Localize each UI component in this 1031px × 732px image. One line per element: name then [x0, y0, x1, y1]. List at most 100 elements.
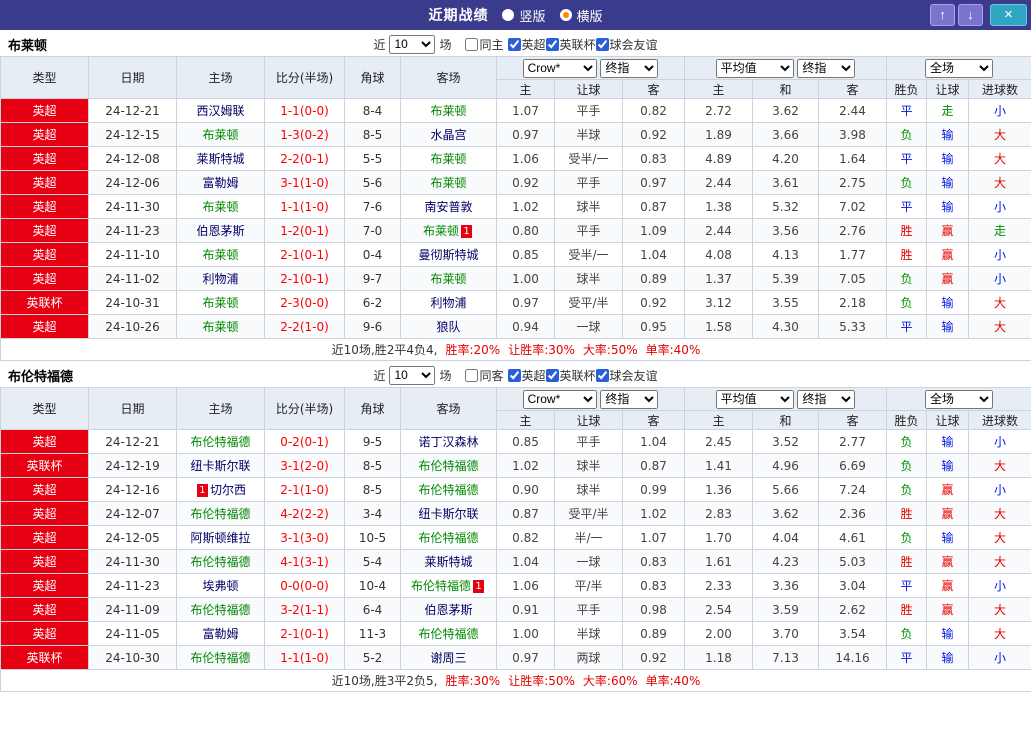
- average-final-select[interactable]: 终指: [797, 389, 856, 409]
- away-team[interactable]: 曼彻斯特城: [400, 242, 497, 267]
- away-team[interactable]: 狼队: [400, 314, 497, 339]
- odds-final-select[interactable]: 终指: [600, 389, 659, 409]
- odds-home: 0.90: [496, 477, 555, 502]
- away-team[interactable]: 布莱顿 1: [400, 218, 497, 243]
- avg-home: 2.72: [684, 98, 753, 123]
- home-team[interactable]: 布伦特福德: [176, 549, 265, 574]
- odds-away: 0.95: [622, 314, 685, 339]
- away-team[interactable]: 布伦特福德 1: [400, 573, 497, 598]
- away-team[interactable]: 莱斯特城: [400, 549, 497, 574]
- down-arrow-icon: ↓: [967, 7, 974, 22]
- away-team[interactable]: 利物浦: [400, 290, 497, 315]
- home-team[interactable]: 布莱顿: [176, 194, 265, 219]
- away-team[interactable]: 水晶宫: [400, 122, 497, 147]
- recent-count-select[interactable]: 10: [389, 365, 436, 385]
- away-team[interactable]: 南安普敦: [400, 194, 497, 219]
- home-team[interactable]: 布莱顿: [176, 122, 265, 147]
- corners: 6-2: [344, 290, 401, 315]
- same-venue-filter[interactable]: 同主: [465, 36, 504, 53]
- league-filter[interactable]: 英联杯: [545, 367, 596, 384]
- league-checkbox[interactable]: [595, 37, 609, 51]
- home-team[interactable]: 布伦特福德: [176, 429, 265, 454]
- recent-count-select[interactable]: 10: [389, 34, 436, 54]
- match-date: 24-11-02: [88, 266, 177, 291]
- league-checkbox[interactable]: [545, 368, 559, 382]
- score: 2-3(0-0): [264, 290, 345, 315]
- avg-draw: 3.52: [752, 429, 819, 454]
- league-filter[interactable]: 英联杯: [545, 36, 596, 53]
- scroll-down-button[interactable]: ↓: [958, 4, 983, 26]
- avg-draw: 3.36: [752, 573, 819, 598]
- score: 2-2(1-0): [264, 314, 345, 339]
- home-team[interactable]: 布莱顿: [176, 242, 265, 267]
- league-filter[interactable]: 球会友谊: [595, 367, 658, 384]
- average-final-select[interactable]: 终指: [797, 58, 856, 78]
- away-team[interactable]: 谢周三: [400, 645, 497, 670]
- team-name: 布莱顿: [8, 38, 48, 54]
- home-team[interactable]: 埃弗顿: [176, 573, 265, 598]
- home-team[interactable]: 纽卡斯尔联: [176, 453, 265, 478]
- home-team[interactable]: 富勒姆: [176, 621, 265, 646]
- away-team[interactable]: 布莱顿: [400, 98, 497, 123]
- home-team[interactable]: 布伦特福德: [176, 597, 265, 622]
- home-team[interactable]: 西汉姆联: [176, 98, 265, 123]
- match-row: 英超 24-12-15 布莱顿 1-3(0-2) 8-5 水晶宫 0.97 半球 0.92 1.8…: [0, 122, 1031, 147]
- odds-company-select[interactable]: Crow*: [522, 58, 597, 78]
- league-type-cell: 英超: [0, 525, 89, 550]
- away-team[interactable]: 伯恩茅斯: [400, 597, 497, 622]
- away-team[interactable]: 纽卡斯尔联: [400, 501, 497, 526]
- away-team[interactable]: 布伦特福德: [400, 477, 497, 502]
- topbar: 近期战绩 竖版 横版 ↑ ↓ ×: [0, 0, 1031, 30]
- home-team[interactable]: 利物浦: [176, 266, 265, 291]
- layout-radio-vertical[interactable]: 竖版: [502, 6, 546, 25]
- away-team[interactable]: 布莱顿: [400, 170, 497, 195]
- league-filter[interactable]: 英超: [507, 36, 546, 53]
- col-avg-draw: 和: [752, 79, 819, 99]
- home-team[interactable]: 布莱顿: [176, 290, 265, 315]
- away-team[interactable]: 布莱顿: [400, 266, 497, 291]
- home-team[interactable]: 阿斯顿维拉: [176, 525, 265, 550]
- away-team[interactable]: 布伦特福德: [400, 453, 497, 478]
- average-select[interactable]: 平均值: [715, 58, 794, 78]
- result-goals: 小: [968, 194, 1031, 219]
- result-outcome: 胜: [886, 597, 928, 622]
- league-checkbox[interactable]: [595, 368, 609, 382]
- away-team[interactable]: 布莱顿: [400, 146, 497, 171]
- col-corner: 角球: [344, 387, 401, 430]
- score: 1-3(0-2): [264, 122, 345, 147]
- odds-home: 1.06: [496, 146, 555, 171]
- home-team[interactable]: 1 切尔西: [176, 477, 265, 502]
- league-checkbox[interactable]: [507, 368, 521, 382]
- same-venue-checkbox[interactable]: [465, 368, 479, 382]
- average-select[interactable]: 平均值: [715, 389, 794, 409]
- home-team[interactable]: 布伦特福德: [176, 645, 265, 670]
- away-team[interactable]: 诺丁汉森林: [400, 429, 497, 454]
- league-checkbox[interactable]: [507, 37, 521, 51]
- col-avg-home: 主: [684, 410, 753, 430]
- home-team[interactable]: 富勒姆: [176, 170, 265, 195]
- league-label: 英超: [521, 368, 546, 383]
- fulltime-select[interactable]: 全场: [925, 58, 994, 78]
- away-team[interactable]: 布伦特福德: [400, 525, 497, 550]
- league-filter[interactable]: 英超: [507, 367, 546, 384]
- home-team[interactable]: 布莱顿: [176, 314, 265, 339]
- match-row: 英联杯 24-10-31 布莱顿 2-3(0-0) 6-2 利物浦 0.97 受平/半 0.92…: [0, 290, 1031, 315]
- away-team[interactable]: 布伦特福德: [400, 621, 497, 646]
- home-team[interactable]: 伯恩茅斯: [176, 218, 265, 243]
- odds-company-select[interactable]: Crow*: [522, 389, 597, 409]
- league-filter[interactable]: 球会友谊: [595, 36, 658, 53]
- home-team[interactable]: 莱斯特城: [176, 146, 265, 171]
- home-team[interactable]: 布伦特福德: [176, 501, 265, 526]
- corners: 0-4: [344, 242, 401, 267]
- col-odds-handicap: 让球: [554, 410, 623, 430]
- league-checkbox[interactable]: [545, 37, 559, 51]
- same-venue-checkbox[interactable]: [465, 37, 479, 51]
- league-label: 球会友谊: [609, 368, 658, 383]
- odds-final-select[interactable]: 终指: [600, 58, 659, 78]
- fulltime-select[interactable]: 全场: [925, 389, 994, 409]
- scroll-up-button[interactable]: ↑: [930, 4, 955, 26]
- close-button[interactable]: ×: [990, 4, 1027, 26]
- summary-stats: 胜率:20% 让胜率:30% 大率:50% 单率:40%: [437, 343, 700, 357]
- same-venue-filter[interactable]: 同客: [465, 367, 504, 384]
- layout-radio-horizontal[interactable]: 横版: [559, 6, 603, 25]
